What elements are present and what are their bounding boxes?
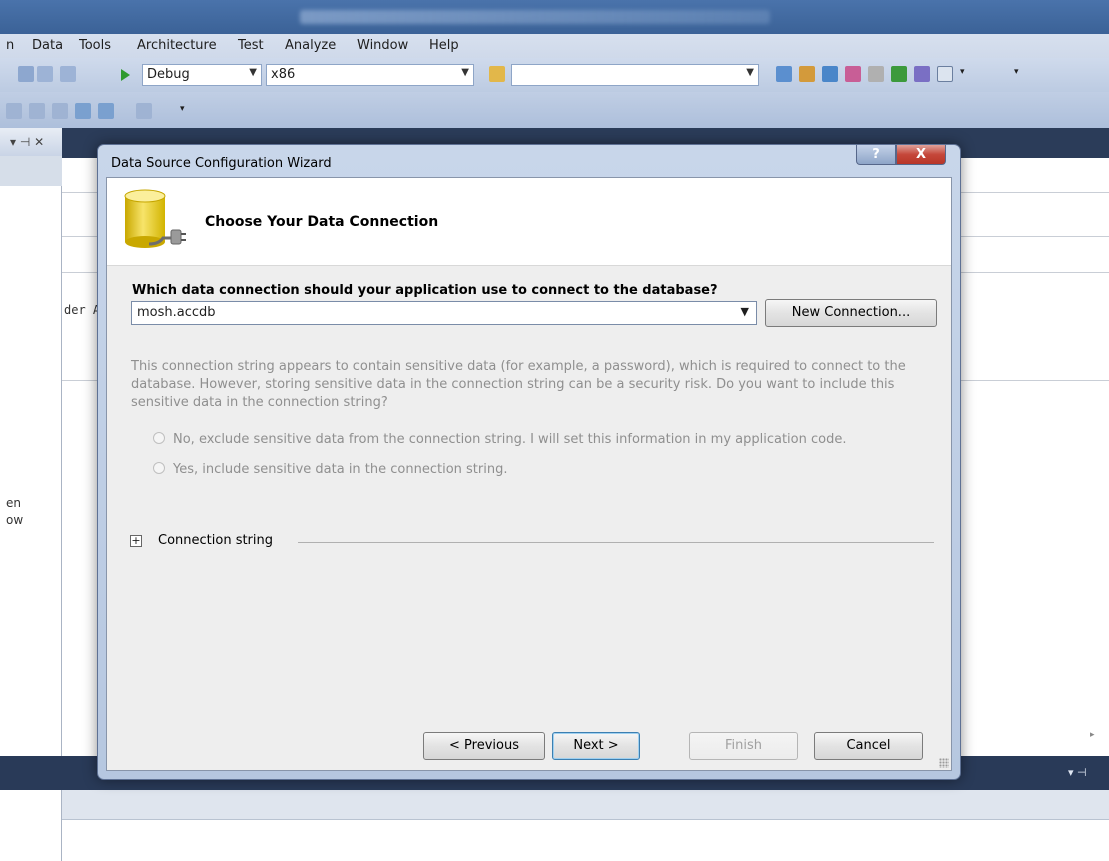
output-toolbar <box>62 790 1109 820</box>
database-icon <box>124 189 186 248</box>
chevron-down-icon: ▼ <box>740 305 749 318</box>
dialog-title: Data Source Configuration Wizard <box>111 156 332 171</box>
tools-icon[interactable] <box>868 66 884 82</box>
previous-bookmark-icon[interactable] <box>75 103 91 119</box>
panel-pin-icon[interactable]: ▾ ⊣ <box>1068 766 1087 779</box>
solution-config-value: Debug <box>147 67 190 82</box>
menu-item-partial[interactable]: n <box>6 38 14 53</box>
toolbar-overflow-icon[interactable]: ▾ <box>180 104 185 114</box>
menu-tools[interactable]: Tools <box>79 38 111 53</box>
include-sensitive-label: Yes, include sensitive data in the conne… <box>173 462 508 477</box>
finish-button: Finish <box>689 732 798 760</box>
previous-button[interactable]: < Previous <box>423 732 545 760</box>
resize-grip-icon[interactable] <box>939 758 949 768</box>
connection-select[interactable]: mosh.accdb ▼ <box>131 301 757 325</box>
new-connection-button[interactable]: New Connection... <box>765 299 937 327</box>
pin-close-icon[interactable]: ▾ ⊣ ✕ <box>10 135 44 149</box>
chevron-down-icon: ▼ <box>461 67 469 78</box>
exclude-sensitive-label: No, exclude sensitive data from the conn… <box>173 432 847 447</box>
properties-icon[interactable] <box>799 66 815 82</box>
wizard-banner: Choose Your Data Connection <box>107 178 951 266</box>
menu-bar: n Data Tools Architecture Test Analyze W… <box>0 34 1109 58</box>
platform-select[interactable]: x86 ▼ <box>266 64 474 86</box>
scroll-right-icon[interactable]: ▸ <box>1090 730 1095 740</box>
exclude-sensitive-radio-row[interactable]: No, exclude sensitive data from the conn… <box>153 432 846 447</box>
menu-architecture[interactable]: Architecture <box>137 38 217 53</box>
menu-help[interactable]: Help <box>429 38 459 53</box>
wizard-heading: Choose Your Data Connection <box>205 214 439 230</box>
undo-icon[interactable] <box>18 66 34 82</box>
panel-text-line1: en <box>6 496 21 510</box>
menu-window[interactable]: Window <box>357 38 408 53</box>
standard-toolbar: Debug ▼ x86 ▼ ▼ ▾ ▾ <box>0 58 1109 92</box>
toolbox-panel-strip <box>0 156 62 186</box>
find-combo[interactable]: ▼ <box>511 64 759 86</box>
ide-titlebar <box>0 0 1109 34</box>
toolbar-overflow-icon[interactable]: ▾ <box>960 67 965 77</box>
cancel-button[interactable]: Cancel <box>814 732 923 760</box>
next-bookmark-icon[interactable] <box>98 103 114 119</box>
chevron-down-icon: ▼ <box>249 67 257 78</box>
menu-test[interactable]: Test <box>238 38 264 53</box>
comment-icon[interactable] <box>37 66 53 82</box>
include-sensitive-radio-row[interactable]: Yes, include sensitive data in the conne… <box>153 462 507 477</box>
toolbox-icon[interactable] <box>845 66 861 82</box>
help-button[interactable]: ? <box>856 145 896 165</box>
clear-bookmarks-icon[interactable] <box>136 103 152 119</box>
extension-manager-icon[interactable] <box>891 66 907 82</box>
chevron-down-icon: ▼ <box>746 67 754 78</box>
data-source-wizard-dialog: Data Source Configuration Wizard ? X Cho… <box>97 144 961 780</box>
expand-icon[interactable]: + <box>130 535 142 547</box>
uncomment-icon[interactable] <box>60 66 76 82</box>
menu-data[interactable]: Data <box>32 38 63 53</box>
solution-explorer-icon[interactable] <box>776 66 792 82</box>
connection-string-label[interactable]: Connection string <box>158 533 273 548</box>
exclude-sensitive-radio[interactable] <box>153 432 165 444</box>
text-editor-toolbar: ▾ <box>0 92 1109 128</box>
bookmark-icon[interactable] <box>52 103 68 119</box>
toolbox-panel-header: ▾ ⊣ ✕ <box>0 128 62 156</box>
connection-string-section: + Connection string <box>130 533 934 549</box>
ide-title-blurred <box>300 10 770 24</box>
toolbar-options-icon[interactable]: ▾ <box>1014 67 1019 77</box>
section-divider <box>298 542 934 543</box>
start-debug-icon[interactable] <box>121 69 130 81</box>
include-sensitive-radio[interactable] <box>153 462 165 474</box>
connection-question: Which data connection should your applic… <box>132 283 718 298</box>
editor-text-fragment: der A <box>64 303 100 317</box>
solution-config-select[interactable]: Debug ▼ <box>142 64 262 86</box>
indent-icon[interactable] <box>6 103 22 119</box>
find-in-files-icon[interactable] <box>489 66 505 82</box>
window-icon[interactable] <box>937 66 953 82</box>
menu-analyze[interactable]: Analyze <box>285 38 336 53</box>
toolbox-panel: ▾ ⊣ ✕ en ow <box>0 128 62 861</box>
sensitive-data-description: This connection string appears to contai… <box>131 359 906 410</box>
server-explorer-icon[interactable] <box>914 66 930 82</box>
outdent-icon[interactable] <box>29 103 45 119</box>
dialog-body: Choose Your Data Connection Which data c… <box>106 177 952 771</box>
connection-select-value: mosh.accdb <box>137 305 216 320</box>
next-button[interactable]: Next > <box>552 732 640 760</box>
close-button[interactable]: X <box>896 145 946 165</box>
object-browser-icon[interactable] <box>822 66 838 82</box>
platform-value: x86 <box>271 67 296 82</box>
panel-text-line2: ow <box>6 513 24 527</box>
editor-text: der A <box>64 303 101 317</box>
